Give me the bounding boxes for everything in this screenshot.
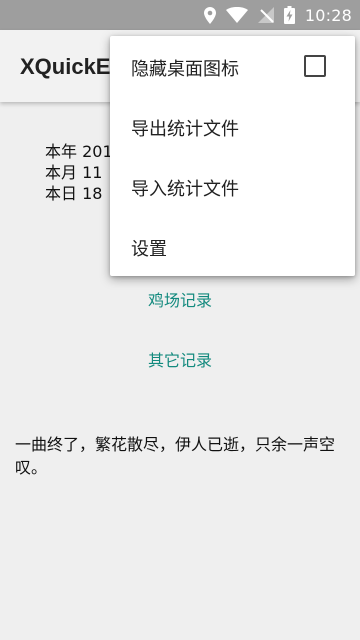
stat-day: 本日 18 <box>45 184 103 203</box>
status-bar: 10:28 <box>0 0 360 30</box>
menu-item-import[interactable]: 导入统计文件 <box>110 156 355 216</box>
signal-off-icon <box>257 7 274 23</box>
menu-item-hide-icon[interactable]: 隐藏桌面图标 <box>110 36 355 96</box>
screen: 10:28 XQuickE 本年 201 本月 11 本日 18 鸡场记录 其它… <box>0 0 360 640</box>
battery-charging-icon <box>283 6 295 24</box>
chicken-records-link[interactable]: 鸡场记录 <box>0 287 360 311</box>
other-records-link[interactable]: 其它记录 <box>0 347 360 371</box>
menu-item-label: 隐藏桌面图标 <box>131 59 239 80</box>
status-icons: 10:28 <box>203 4 352 26</box>
stat-year: 本年 201 <box>45 142 113 161</box>
menu-item-export[interactable]: 导出统计文件 <box>110 96 355 156</box>
menu-item-label: 设置 <box>131 239 167 260</box>
menu-item-settings[interactable]: 设置 <box>110 216 355 276</box>
hide-icon-checkbox[interactable] <box>304 55 326 77</box>
location-icon <box>203 6 216 24</box>
quote-text: 一曲终了，繁花散尽，伊人已逝，只余一声空叹。 <box>15 435 336 477</box>
app-title: XQuickE <box>20 54 111 79</box>
stat-month: 本月 11 <box>45 163 103 182</box>
menu-item-label: 导入统计文件 <box>131 179 239 200</box>
wifi-icon <box>225 7 248 23</box>
status-time: 10:28 <box>304 5 352 25</box>
overflow-menu: 隐藏桌面图标 导出统计文件 导入统计文件 设置 <box>110 36 355 276</box>
menu-item-label: 导出统计文件 <box>131 119 239 140</box>
stats-block: 本年 201 本月 11 本日 18 <box>45 141 113 204</box>
